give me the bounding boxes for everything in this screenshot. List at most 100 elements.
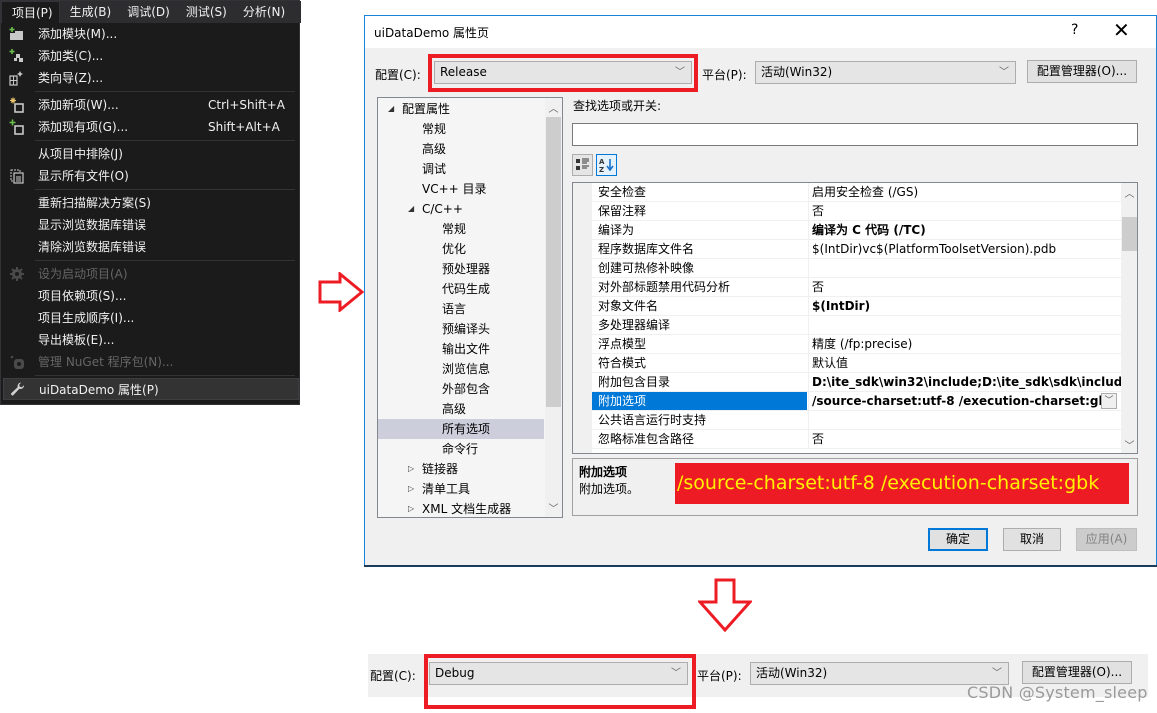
expanded-triangle-icon[interactable]: ◢ <box>388 99 394 119</box>
menubar-project[interactable]: 项目(P) <box>1 1 60 23</box>
tree-node[interactable]: 代码生成 <box>378 279 544 299</box>
tree-node[interactable]: 浏览信息 <box>378 359 544 379</box>
menu-item-export-template[interactable]: 导出模板(E)... <box>3 329 299 351</box>
property-row[interactable]: 程序数据库文件名 $(IntDir)vc$(PlatformToolsetVers… <box>592 240 1121 259</box>
tree-node[interactable]: ▷ 链接器 <box>378 459 544 479</box>
tree-node[interactable]: 命令行 <box>378 439 544 459</box>
platform-combo[interactable]: 活动(Win32) ﹀ <box>755 61 1016 84</box>
property-tree: ◢ 配置属性 常规 高级 调试 VC++ 目录 ◢ C/C++ 常规 优化 预处理器 代码生成 语言 预编… <box>377 97 563 518</box>
property-row[interactable]: 符合模式 默认值 <box>592 354 1121 373</box>
property-name: 安全检查 <box>598 185 647 199</box>
scroll-up-icon[interactable]: ︿ <box>545 100 562 115</box>
tree-node[interactable]: 高级 <box>378 399 544 419</box>
tree-node[interactable]: 高级 <box>378 139 544 159</box>
property-row[interactable]: 多处理器编译 <box>592 316 1121 335</box>
menu-item-shortcut: Shift+Alt+A <box>208 120 280 134</box>
menu-item-label: 显示所有文件(O) <box>38 169 129 183</box>
collapsed-triangle-icon[interactable]: ▷ <box>408 499 414 517</box>
menu-item-clear-browse-db-errors[interactable]: 清除浏览数据库错误 <box>3 236 299 258</box>
menubar-debug[interactable]: 调试(D) <box>117 1 176 23</box>
property-row[interactable]: 对外部标题禁用代码分析 否 <box>592 278 1121 297</box>
tree-node[interactable]: 语言 <box>378 299 544 319</box>
tree-node[interactable]: 预处理器 <box>378 259 544 279</box>
menu-item-class-wizard[interactable]: 类向导(Z)... <box>3 67 299 89</box>
gear-icon <box>10 267 24 281</box>
property-row[interactable]: 忽略标准包含路径 否 <box>592 430 1121 449</box>
property-value[interactable]: /source-charset:utf-8 /execution-charset… <box>808 392 1121 410</box>
collapsed-triangle-icon[interactable]: ▷ <box>408 459 414 479</box>
tree-node[interactable]: 常规 <box>378 219 544 239</box>
property-row[interactable]: 保留注释 否 <box>592 202 1121 221</box>
tree-node[interactable]: ▷ 清单工具 <box>378 479 544 499</box>
menu-item-rescan-solution[interactable]: 重新扫描解决方案(S) <box>3 192 299 214</box>
property-name: 符合模式 <box>598 356 647 370</box>
highlight-box <box>428 54 698 92</box>
red-arrow-right-icon <box>318 272 364 312</box>
property-row[interactable]: 公共语言运行时支持 <box>592 411 1121 430</box>
alphabetical-view-button[interactable]: AZ <box>596 154 617 176</box>
platform-combo[interactable]: 活动(Win32) ﹀ <box>750 662 1009 685</box>
property-row[interactable]: 附加选项/source-charset:utf-8 /execution-cha… <box>592 392 1121 411</box>
help-button[interactable]: ? <box>1071 22 1078 38</box>
property-grid: ︿ ﹀ 安全检查 启用安全检查 (/GS) 保留注释否编译为 编译为 C 代码 (/T… <box>572 182 1138 454</box>
menu-item-show-all-files[interactable]: 显示所有文件(O) <box>3 165 299 187</box>
menu-item-label: 类向导(Z)... <box>38 71 104 85</box>
tree-node[interactable]: ◢ 配置属性 <box>378 99 544 119</box>
config-manager-button[interactable]: 配置管理器(O)... <box>1027 60 1137 83</box>
tree-node[interactable]: ◢ C/C++ <box>378 199 544 219</box>
menu-item-exclude-from-project[interactable]: 从项目中排除(J) <box>3 143 299 165</box>
tree-node[interactable]: VC++ 目录 <box>378 179 544 199</box>
menu-item-show-browse-db-errors[interactable]: 显示浏览数据库错误 <box>3 214 299 236</box>
tree-node[interactable]: 预编译头 <box>378 319 544 339</box>
scroll-down-icon[interactable]: ﹀ <box>1121 437 1137 452</box>
menu-item-add-class[interactable]: 添加类(C)... <box>3 45 299 67</box>
expanded-triangle-icon[interactable]: ◢ <box>408 199 414 219</box>
menu-item-label: 导出模板(E)... <box>38 333 115 347</box>
menu-item-project-dependencies[interactable]: 项目依赖项(S)... <box>3 285 299 307</box>
scroll-down-icon[interactable]: ﹀ <box>545 500 562 515</box>
property-row[interactable]: 对象文件名 $(IntDir) <box>592 297 1121 316</box>
config-label: 配置(C): <box>370 669 416 683</box>
tree-node[interactable]: 常规 <box>378 119 544 139</box>
menu-item-label: 管理 NuGet 程序包(N)... <box>38 355 174 369</box>
menu-item-add-new-item[interactable]: 添加新项(W)... Ctrl+Shift+A <box>3 94 299 116</box>
tree-node[interactable]: 输出文件 <box>378 339 544 359</box>
value-dropdown-button[interactable]: ﹀ <box>1101 393 1117 409</box>
menubar-build[interactable]: 生成(B) <box>60 1 118 23</box>
menubar-test[interactable]: 测试(S) <box>176 1 233 23</box>
tree-scroll-thumb[interactable] <box>546 117 561 407</box>
grid-scroll-thumb[interactable] <box>1122 217 1137 251</box>
platform-combo-value: 活动(Win32) <box>761 65 833 79</box>
search-input[interactable] <box>572 123 1138 146</box>
property-row[interactable]: 安全检查 启用安全检查 (/GS) <box>592 183 1121 202</box>
grid-scrollbar[interactable]: ︿ ﹀ <box>1121 183 1137 453</box>
menu-item-add-existing-item[interactable]: 添加现有项(G)... Shift+Alt+A <box>3 116 299 138</box>
close-button[interactable]: ✕ <box>1113 18 1130 42</box>
tree-node[interactable]: 调试 <box>378 159 544 179</box>
menu-item-build-order[interactable]: 项目生成顺序(I)... <box>3 307 299 329</box>
tree-node[interactable]: ▷ XML 文档生成器 <box>378 499 544 517</box>
menu-item-add-module[interactable]: 添加模块(M)... <box>3 23 299 45</box>
categorized-view-button[interactable] <box>572 154 593 176</box>
tree-node[interactable]: 外部包含 <box>378 379 544 399</box>
menubar-analyze[interactable]: 分析(N) <box>233 1 291 23</box>
menu-item-label: 项目依赖项(S)... <box>38 289 127 303</box>
tree-node-label: 所有选项 <box>442 422 491 436</box>
cancel-button[interactable]: 取消 <box>1003 528 1061 551</box>
property-row[interactable]: 浮点模型 精度 (/fp:precise) <box>592 335 1121 354</box>
tree-node[interactable]: 优化 <box>378 239 544 259</box>
collapsed-triangle-icon[interactable]: ▷ <box>408 479 414 499</box>
tree-scrollbar[interactable]: ︿ ﹀ <box>545 98 562 517</box>
search-label: 查找选项或开关: <box>573 99 662 113</box>
ok-button[interactable]: 确定 <box>928 528 988 551</box>
wrench-icon <box>11 382 24 396</box>
config-manager-button[interactable]: 配置管理器(O)... <box>1022 661 1132 684</box>
property-value: 否 <box>808 430 1121 448</box>
property-row[interactable]: 创建可热修补映像 <box>592 259 1121 278</box>
scroll-up-icon[interactable]: ︿ <box>1121 185 1137 200</box>
tree-node[interactable]: 所有选项 <box>378 419 544 439</box>
property-row[interactable]: 编译为 编译为 C 代码 (/TC) <box>592 221 1121 240</box>
menu-item-project-properties[interactable]: uiDataDemo 属性(P) <box>3 378 299 400</box>
property-value: 否 <box>808 202 1121 220</box>
property-row[interactable]: 附加包含目录 D:\ite_sdk\win32\include;D:\ite_sd… <box>592 373 1121 392</box>
